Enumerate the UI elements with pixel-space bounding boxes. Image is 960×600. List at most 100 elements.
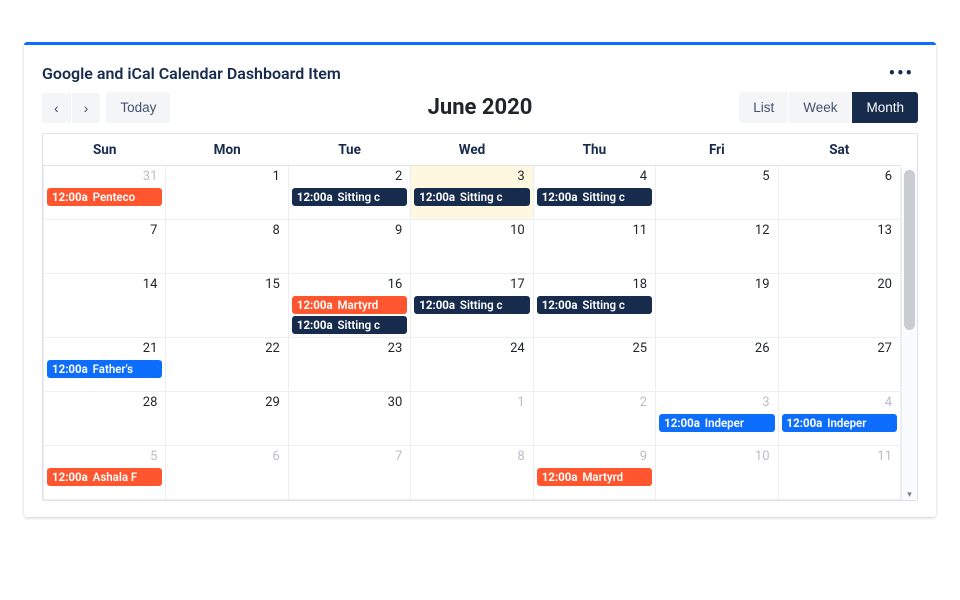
calendar-day-cell[interactable]: 7 [288,446,410,500]
day-number: 21 [44,338,165,358]
day-number: 15 [166,274,287,294]
view-month-button[interactable]: Month [852,92,918,123]
day-number: 2 [289,166,410,186]
event-title: Penteco [90,190,135,204]
calendar-day-cell[interactable]: 31 12:00a Penteco [44,166,166,220]
calendar-day-cell[interactable]: 1 [411,392,533,446]
event-time: 12:00a [542,470,578,484]
day-number: 25 [534,338,655,358]
calendar-day-cell[interactable]: 13 [778,220,900,274]
day-events: 12:00a Sitting c [411,296,532,317]
chevron-right-icon: › [84,100,89,116]
vertical-scrollbar[interactable]: ▾ [901,168,917,500]
event-time: 12:00a [664,416,700,430]
calendar-event[interactable]: 12:00a Sitting c [537,296,652,314]
calendar-day-cell[interactable]: 9 12:00a Martyrd [533,446,655,500]
calendar-day-cell[interactable]: 412:00a Sitting c [533,166,655,220]
calendar-day-cell[interactable]: 20 [778,274,900,338]
day-events: 12:00a Martyrd 12:00a Sitting c [289,296,410,337]
day-number: 6 [166,446,287,466]
calendar-day-cell[interactable]: 1712:00a Sitting c [411,274,533,338]
calendar-day-cell[interactable]: 9 [288,220,410,274]
calendar-day-cell[interactable]: 28 [44,392,166,446]
day-events: 12:00a Martyrd [534,468,655,489]
calendar-event[interactable]: 12:00a Martyrd [292,296,407,314]
view-week-button[interactable]: Week [789,92,851,123]
calendar-day-cell[interactable]: 4 12:00a Indeper [778,392,900,446]
calendar-day-cell[interactable]: 1612:00a Martyrd12:00a Sitting c [288,274,410,338]
calendar-event[interactable]: 12:00a Sitting c [292,188,407,206]
day-number: 6 [779,166,900,186]
view-list-button[interactable]: List [739,92,788,123]
nav-button-group: ‹ › [42,93,100,123]
calendar-event[interactable]: 12:00a Martyrd [537,468,652,486]
event-time: 12:00a [297,318,333,332]
calendar-day-cell[interactable]: 10 [656,446,778,500]
card-header: Google and iCal Calendar Dashboard Item … [42,61,918,86]
calendar-card: Google and iCal Calendar Dashboard Item … [24,42,936,517]
calendar-day-cell[interactable]: 2 [533,392,655,446]
calendar-day-cell[interactable]: 26 [656,338,778,392]
calendar-day-cell[interactable]: 6 [778,166,900,220]
calendar-event[interactable]: 12:00a Ashala F [47,468,162,486]
calendar-event[interactable]: 12:00a Father's [47,360,162,378]
event-title: Sitting c [335,190,380,204]
calendar-day-cell[interactable]: 27 [778,338,900,392]
scrollbar-thumb[interactable] [904,170,915,330]
event-time: 12:00a [52,190,88,204]
day-events: 12:00a Indeper [779,414,900,435]
event-time: 12:00a [542,298,578,312]
calendar-event[interactable]: 12:00a Sitting c [537,188,652,206]
calendar-day-cell[interactable]: 19 [656,274,778,338]
calendar-day-cell[interactable]: 5 [656,166,778,220]
event-title: Sitting c [579,298,624,312]
calendar-day-cell[interactable]: 24 [411,338,533,392]
day-number: 4 [779,392,900,412]
day-number: 2 [534,392,655,412]
day-number: 9 [534,446,655,466]
prev-button[interactable]: ‹ [42,93,71,123]
calendar-event[interactable]: 12:00a Indeper [659,414,774,432]
calendar-day-cell[interactable]: 10 [411,220,533,274]
day-number: 28 [44,392,165,412]
calendar-day-cell[interactable]: 23 [288,338,410,392]
calendar-day-cell[interactable]: 1 [166,166,288,220]
calendar-day-cell[interactable]: 30 [288,392,410,446]
day-number: 31 [44,166,165,186]
calendar-day-cell[interactable]: 21 12:00a Father's [44,338,166,392]
calendar-event[interactable]: 12:00a Sitting c [414,296,529,314]
calendar-event[interactable]: 12:00a Sitting c [292,316,407,334]
calendar-day-cell[interactable]: 14 [44,274,166,338]
calendar-day-cell[interactable]: 1812:00a Sitting c [533,274,655,338]
next-button[interactable]: › [72,93,101,123]
calendar-day-cell[interactable]: 12 [656,220,778,274]
event-time: 12:00a [542,190,578,204]
scroll-down-icon[interactable]: ▾ [902,490,917,500]
event-title: Sitting c [457,298,502,312]
calendar-day-cell[interactable]: 7 [44,220,166,274]
calendar-event[interactable]: 12:00a Indeper [782,414,897,432]
day-header: Tue [288,134,410,166]
calendar-day-cell[interactable]: 312:00a Sitting c [411,166,533,220]
calendar-day-cell[interactable]: 15 [166,274,288,338]
day-number: 10 [656,446,777,466]
calendar-day-cell[interactable]: 6 [166,446,288,500]
calendar-day-cell[interactable]: 8 [166,220,288,274]
calendar-day-cell[interactable]: 25 [533,338,655,392]
calendar-day-cell[interactable]: 512:00a Ashala F [44,446,166,500]
today-button[interactable]: Today [106,92,170,123]
more-menu-icon[interactable]: ••• [885,61,918,86]
calendar-week-row: 512:00a Ashala F6789 12:00a Martyrd1011 [44,446,901,500]
calendar-day-cell[interactable]: 11 [778,446,900,500]
day-number: 29 [166,392,287,412]
event-title: Sitting c [457,190,502,204]
calendar-event[interactable]: 12:00a Penteco [47,188,162,206]
calendar-day-cell[interactable]: 8 [411,446,533,500]
calendar-day-cell[interactable]: 29 [166,392,288,446]
calendar-toolbar: ‹ › Today June 2020 List Week Month [42,92,918,123]
calendar-day-cell[interactable]: 2 12:00a Sitting c [288,166,410,220]
calendar-day-cell[interactable]: 312:00a Indeper [656,392,778,446]
calendar-day-cell[interactable]: 11 [533,220,655,274]
calendar-day-cell[interactable]: 22 [166,338,288,392]
calendar-event[interactable]: 12:00a Sitting c [414,188,529,206]
